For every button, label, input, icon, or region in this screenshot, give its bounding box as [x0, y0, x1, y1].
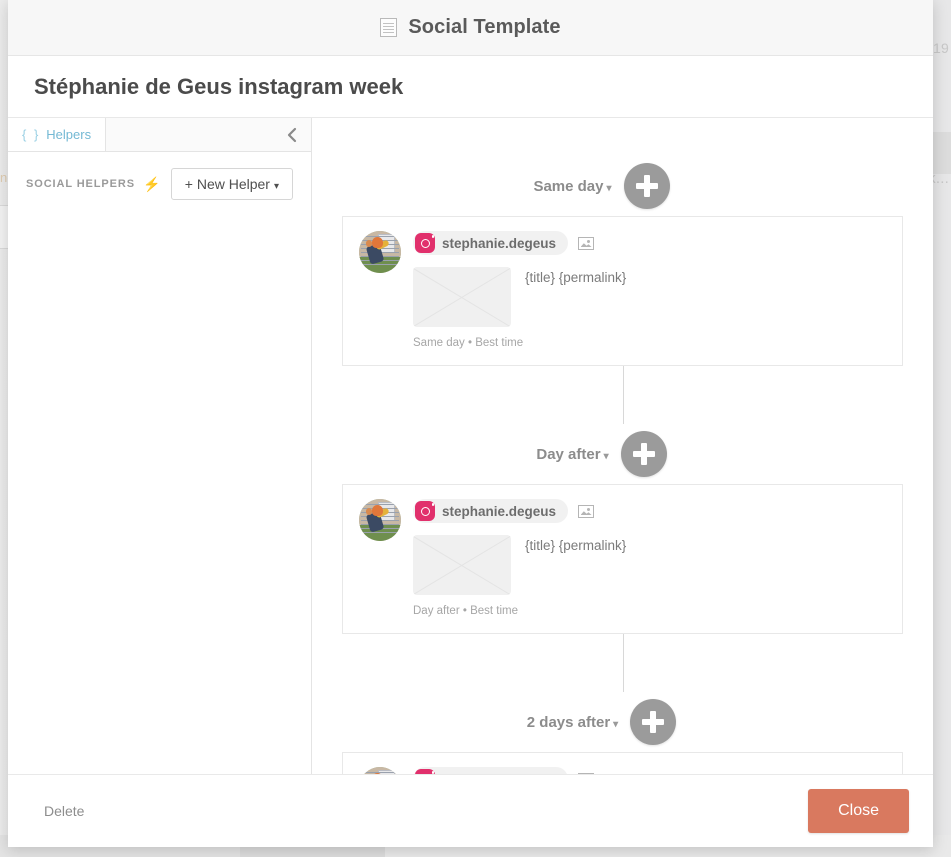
helpers-sidebar: { } Helpers SOCIAL HELPERS ⚡ + New Helpe… [8, 118, 312, 774]
account-row: stephanie.degeus [345, 755, 900, 774]
image-icon[interactable] [578, 504, 595, 518]
flow-connector [342, 634, 903, 692]
instagram-icon [345, 755, 900, 774]
schedule-selector[interactable]: Day after ▾ [536, 446, 608, 463]
tab-helpers[interactable]: { } Helpers [8, 118, 107, 151]
image-placeholder[interactable] [413, 535, 511, 595]
sidebar-content: SOCIAL HELPERS ⚡ + New Helper ▾ [8, 152, 311, 216]
modal-footer: Delete Close [8, 774, 933, 847]
image-icon[interactable] [578, 772, 595, 774]
post-card[interactable]: stephanie.degeus {title} {permalink} Sam… [342, 216, 903, 366]
new-helper-button[interactable]: + New Helper ▾ [170, 168, 293, 200]
close-button[interactable]: Close [808, 789, 909, 833]
step-header: Same day ▾ [342, 156, 903, 216]
social-helpers-row: SOCIAL HELPERS ⚡ + New Helper ▾ [26, 168, 293, 200]
plus-icon [632, 443, 655, 465]
template-name: Stéphanie de Geus instagram week [34, 73, 404, 99]
image-icon[interactable] [578, 236, 595, 250]
add-post-button[interactable] [630, 699, 677, 745]
instagram-icon [345, 487, 900, 631]
modal-title: Social Template [408, 16, 561, 38]
modal-header: Social Template [8, 0, 933, 56]
chevron-down-icon: ▾ [613, 718, 619, 730]
sidebar-tab-bar: { } Helpers [8, 118, 311, 152]
chevron-down-icon: ▾ [606, 182, 612, 194]
new-helper-label: + New Helper [184, 176, 270, 192]
chevron-down-icon: ▾ [273, 181, 279, 192]
schedule-label: 2 days after [526, 713, 611, 731]
modal-body: { } Helpers SOCIAL HELPERS ⚡ + New Helpe… [8, 118, 933, 774]
delete-button[interactable]: Delete [44, 803, 84, 819]
schedule-selector[interactable]: 2 days after ▾ [527, 714, 618, 731]
flow-canvas: Same day ▾ stephanie.degeus {title} {per… [312, 118, 933, 774]
add-post-button[interactable] [620, 431, 667, 477]
account-row: stephanie.degeus [345, 219, 900, 363]
step-header: Day after ▾ [342, 424, 903, 484]
schedule-label: Day after [536, 445, 601, 463]
add-post-button[interactable] [623, 163, 670, 209]
account-chip[interactable]: stephanie.degeus [345, 219, 900, 363]
schedule-selector[interactable]: Same day ▾ [533, 178, 611, 195]
image-placeholder[interactable] [413, 267, 511, 327]
chevron-left-icon[interactable] [271, 118, 311, 151]
template-name-bar: Stéphanie de Geus instagram week [8, 56, 933, 118]
tab-helpers-label: Helpers [46, 127, 92, 142]
post-card[interactable]: stephanie.degeus {title} {permalink} [342, 752, 903, 774]
post-flow: Same day ▾ stephanie.degeus {title} {per… [342, 118, 903, 774]
social-helpers-label: SOCIAL HELPERS [26, 178, 135, 190]
account-chip[interactable]: stephanie.degeus [345, 487, 900, 631]
plus-icon [635, 175, 658, 197]
braces-icon: { } [22, 127, 41, 142]
plus-icon [642, 711, 665, 733]
account-chip[interactable]: stephanie.degeus [345, 755, 900, 774]
instagram-icon [345, 219, 900, 363]
post-card[interactable]: stephanie.degeus {title} {permalink} Day… [342, 484, 903, 634]
lightning-bolt-icon: ⚡ [142, 175, 161, 192]
account-row: stephanie.degeus [345, 487, 900, 631]
step-header: 2 days after ▾ [342, 692, 903, 752]
chevron-down-icon: ▾ [603, 450, 609, 462]
flow-connector [342, 366, 903, 424]
social-template-modal: Social Template Stéphanie de Geus instag… [8, 0, 933, 847]
document-icon [380, 18, 398, 37]
schedule-label: Same day [533, 177, 604, 195]
